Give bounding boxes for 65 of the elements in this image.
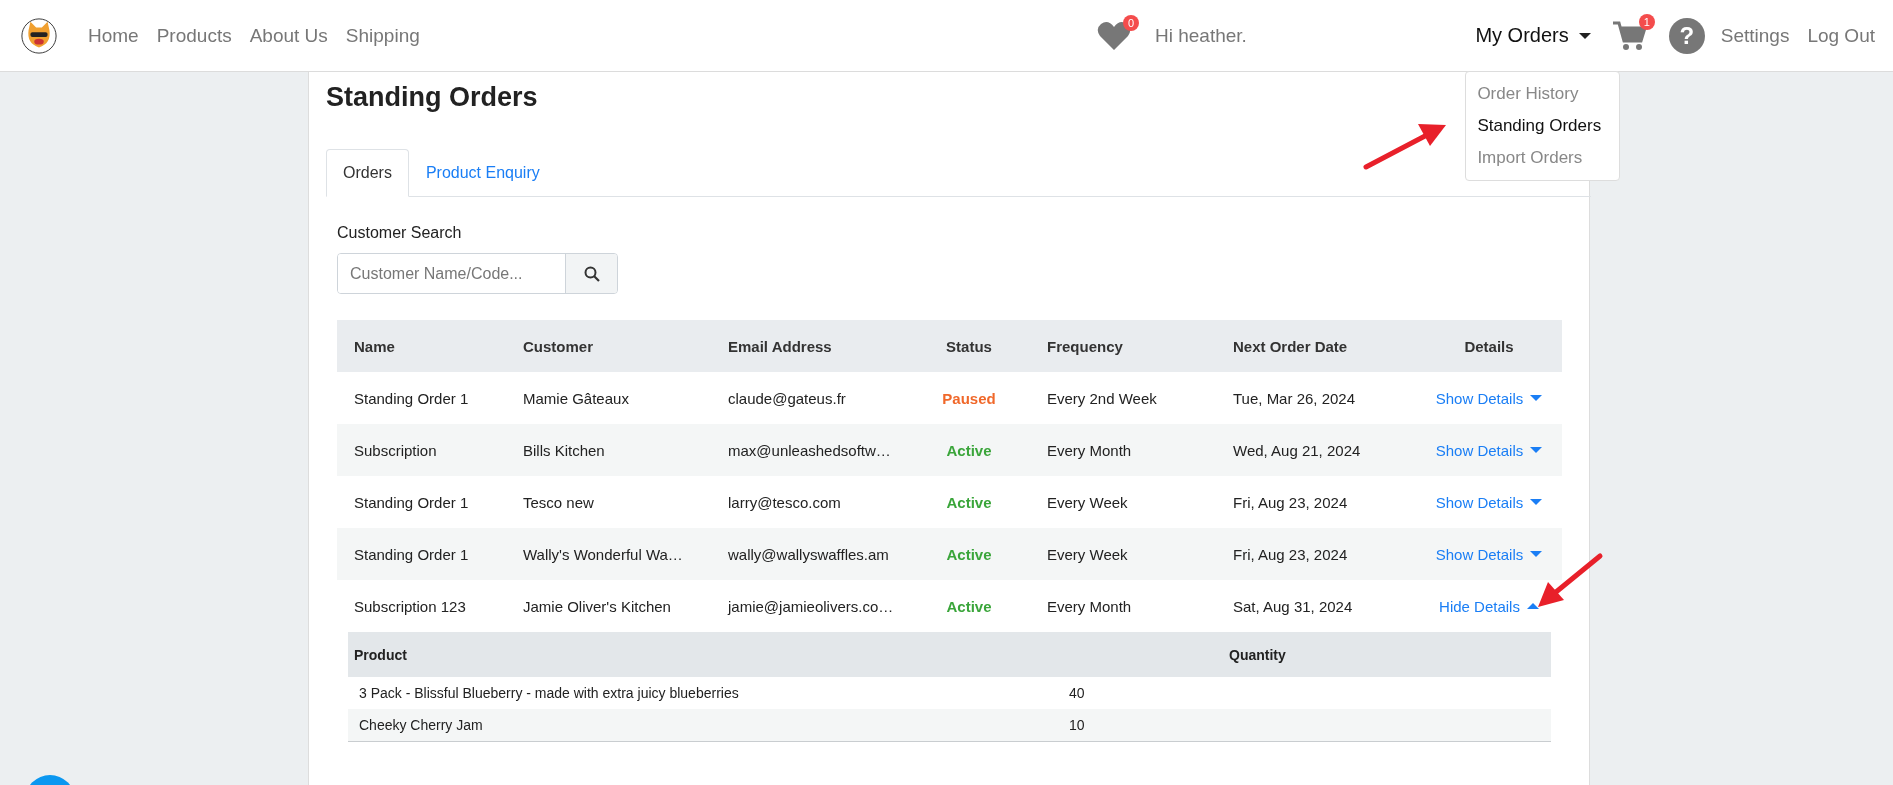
table-cell-text: larry@tesco.com [727, 492, 842, 513]
table-cell-text: Mamie Gâteaux [522, 388, 630, 409]
table-cell: Every Week [1030, 528, 1216, 580]
table-cell-text: claude@gateus.fr [727, 388, 847, 409]
page-title: Standing Orders [326, 81, 538, 114]
table-cell-text: Every 2nd Week [1046, 388, 1158, 409]
status-text: Paused [942, 389, 996, 407]
logo-icon[interactable] [20, 16, 58, 55]
details-toggle[interactable]: Show Details [1435, 389, 1543, 407]
menu-item[interactable]: Import Orders [1466, 142, 1620, 174]
menu-item[interactable]: Order History [1466, 78, 1620, 110]
table-cell: Standing Order 1 [337, 528, 506, 580]
tab[interactable]: Product Enquiry [408, 149, 557, 197]
details-toggle[interactable]: Show Details [1435, 493, 1543, 511]
table-cell-text: Tue, Mar 26, 2024 [1232, 388, 1356, 409]
table-cell-text: Tesco new [522, 492, 595, 513]
column-header: Customer [506, 320, 711, 372]
table-cell-text: 10 [1068, 717, 1086, 733]
table-cell: Every Month [1030, 424, 1216, 476]
table-cell: Wally's Wonderful Wa… [506, 528, 711, 580]
table-cell: Wed, Aug 21, 2024 [1216, 424, 1416, 476]
menu-item[interactable]: Standing Orders [1466, 110, 1620, 142]
count-badge: 1 [1638, 13, 1655, 30]
table-cell-text: Jamie Oliver's Kitchen [522, 596, 672, 617]
table-cell-text: 3 Pack - Blissful Blueberry - made with extra juicy blueberries [358, 685, 740, 701]
table-cell-text: Every Month [1046, 596, 1133, 617]
status-text: Active [946, 597, 992, 615]
column-header: Frequency [1030, 320, 1216, 372]
my-orders-menu[interactable]: My Orders [1475, 24, 1591, 47]
table-cell: wally@wallyswaffles.am [711, 528, 908, 580]
table-cell: Fri, Aug 23, 2024 [1216, 528, 1416, 580]
column-header: Product [353, 646, 408, 663]
table-cell-text: Standing Order 1 [353, 388, 470, 409]
logout-link[interactable]: Log Out [1807, 24, 1875, 47]
column-header: Status [908, 320, 1030, 372]
status-text: Active [946, 493, 992, 511]
table-cell-text: Fri, Aug 23, 2024 [1232, 492, 1349, 513]
nav-link[interactable]: Shipping [345, 24, 420, 47]
search-label: Customer Search [337, 224, 462, 242]
nav-link[interactable]: About Us [249, 24, 328, 47]
table-cell-text: 40 [1068, 685, 1086, 701]
column-header: Quantity [1228, 646, 1287, 663]
table-cell-text: Cheeky Cherry Jam [358, 717, 484, 733]
table-cell-text: Every Week [1046, 492, 1129, 513]
nav-link[interactable]: Home [88, 24, 139, 47]
status-text: Active [946, 545, 992, 563]
table-cell-text: Sat, Aug 31, 2024 [1232, 596, 1354, 617]
help-icon[interactable]: ? [1668, 17, 1705, 54]
table-cell: Bills Kitchen [506, 424, 711, 476]
table-cell-text: Subscription 123 [353, 596, 467, 617]
table-cell: max@unleashedsoftw… [711, 424, 908, 476]
count-badge: 0 [1123, 14, 1139, 31]
annotation-arrow [1538, 553, 1603, 607]
column-header: Name [337, 320, 506, 372]
column-header: Next Order Date [1216, 320, 1416, 372]
table-cell-text: jamie@jamieolivers.co… [726, 596, 895, 617]
status-text: Active [946, 441, 992, 459]
tab[interactable]: Orders [326, 149, 409, 197]
greeting-text: Hi heather. [1155, 24, 1247, 47]
nav-link[interactable]: Products [156, 24, 232, 47]
settings-link[interactable]: Settings [1720, 24, 1790, 47]
column-header: Email Address [711, 320, 908, 372]
table-cell: Subscription [337, 424, 506, 476]
table-cell-text: Standing Order 1 [353, 492, 470, 513]
column-header: Details [1416, 320, 1562, 372]
